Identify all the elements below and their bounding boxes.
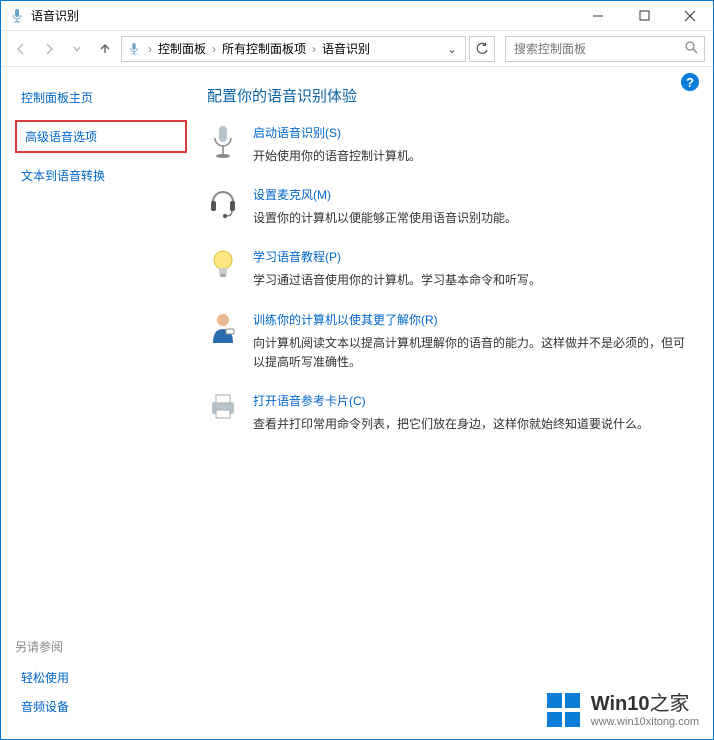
option-train: 训练你的计算机以使其更了解你(R) 向计算机阅读文本以提高计算机理解你的语音的能…: [207, 311, 693, 372]
option-desc: 设置你的计算机以便能够正常使用语音识别功能。: [253, 209, 693, 228]
breadcrumb[interactable]: › 控制面板 › 所有控制面板项 › 语音识别 ⌄: [121, 36, 466, 62]
windows-logo-icon: [547, 693, 581, 727]
chevron-right-icon: ›: [212, 42, 216, 56]
option-link[interactable]: 打开语音参考卡片(C): [253, 392, 693, 409]
printer-icon: [207, 392, 239, 432]
option-link[interactable]: 启动语音识别(S): [253, 124, 693, 141]
sidebar-advanced-link[interactable]: 高级语音选项: [15, 120, 187, 153]
content: ? 配置你的语音识别体验 启动语音识别(S) 开始使用你的语音控制计算机。 设置…: [201, 67, 713, 739]
option-setup-mic: 设置麦克风(M) 设置你的计算机以便能够正常使用语音识别功能。: [207, 186, 693, 228]
option-start-speech: 启动语音识别(S) 开始使用你的语音控制计算机。: [207, 124, 693, 166]
help-icon[interactable]: ?: [681, 73, 699, 91]
breadcrumb-item[interactable]: 所有控制面板项: [222, 40, 306, 57]
option-link[interactable]: 设置麦克风(M): [253, 186, 693, 203]
lightbulb-icon: [207, 248, 239, 288]
option-link[interactable]: 训练你的计算机以使其更了解你(R): [253, 311, 693, 328]
search-icon[interactable]: [684, 40, 698, 57]
watermark: Win10之家 www.win10xitong.com: [547, 692, 699, 729]
sidebar: 控制面板主页 高级语音选项 文本到语音转换 另请参阅 轻松使用 音频设备: [1, 67, 201, 739]
maximize-button[interactable]: [621, 1, 667, 31]
up-button[interactable]: [93, 37, 117, 61]
search-box[interactable]: [505, 36, 705, 62]
chevron-right-icon: ›: [148, 42, 152, 56]
breadcrumb-item[interactable]: 语音识别: [322, 40, 370, 57]
see-also-audio[interactable]: 音频设备: [21, 698, 181, 715]
watermark-url: www.win10xitong.com: [591, 716, 699, 729]
sidebar-home-link[interactable]: 控制面板主页: [21, 89, 181, 106]
person-icon: [207, 311, 239, 351]
recent-dropdown[interactable]: [65, 37, 89, 61]
breadcrumb-item[interactable]: 控制面板: [158, 40, 206, 57]
see-also-label: 另请参阅: [15, 638, 187, 655]
minimize-button[interactable]: [575, 1, 621, 31]
page-heading: 配置你的语音识别体验: [207, 85, 693, 106]
option-tutorial: 学习语音教程(P) 学习通过语音使用你的计算机。学习基本命令和听写。: [207, 248, 693, 290]
option-reference-card: 打开语音参考卡片(C) 查看并打印常用命令列表，把它们放在身边，这样你就始终知道…: [207, 392, 693, 434]
option-desc: 学习通过语音使用你的计算机。学习基本命令和听写。: [253, 271, 693, 290]
forward-button[interactable]: [37, 37, 61, 61]
option-desc: 开始使用你的语音控制计算机。: [253, 147, 693, 166]
sidebar-tts-link[interactable]: 文本到语音转换: [21, 167, 181, 184]
mic-icon: [9, 8, 25, 24]
chevron-down-icon[interactable]: ⌄: [443, 42, 461, 56]
microphone-icon: [207, 124, 239, 164]
see-also-ease[interactable]: 轻松使用: [21, 669, 181, 686]
window-title: 语音识别: [31, 7, 79, 24]
titlebar: 语音识别: [1, 1, 713, 31]
option-link[interactable]: 学习语音教程(P): [253, 248, 693, 265]
watermark-title: Win10之家: [591, 692, 699, 716]
back-button[interactable]: [9, 37, 33, 61]
refresh-button[interactable]: [469, 36, 495, 62]
navbar: › 控制面板 › 所有控制面板项 › 语音识别 ⌄: [1, 31, 713, 67]
option-desc: 查看并打印常用命令列表，把它们放在身边，这样你就始终知道要说什么。: [253, 415, 693, 434]
close-button[interactable]: [667, 1, 713, 31]
search-input[interactable]: [512, 41, 684, 57]
chevron-right-icon: ›: [312, 42, 316, 56]
headset-icon: [207, 186, 239, 226]
option-desc: 向计算机阅读文本以提高计算机理解你的语音的能力。这样做并不是必须的，但可以提高听…: [253, 334, 693, 372]
mic-icon: [126, 42, 142, 56]
